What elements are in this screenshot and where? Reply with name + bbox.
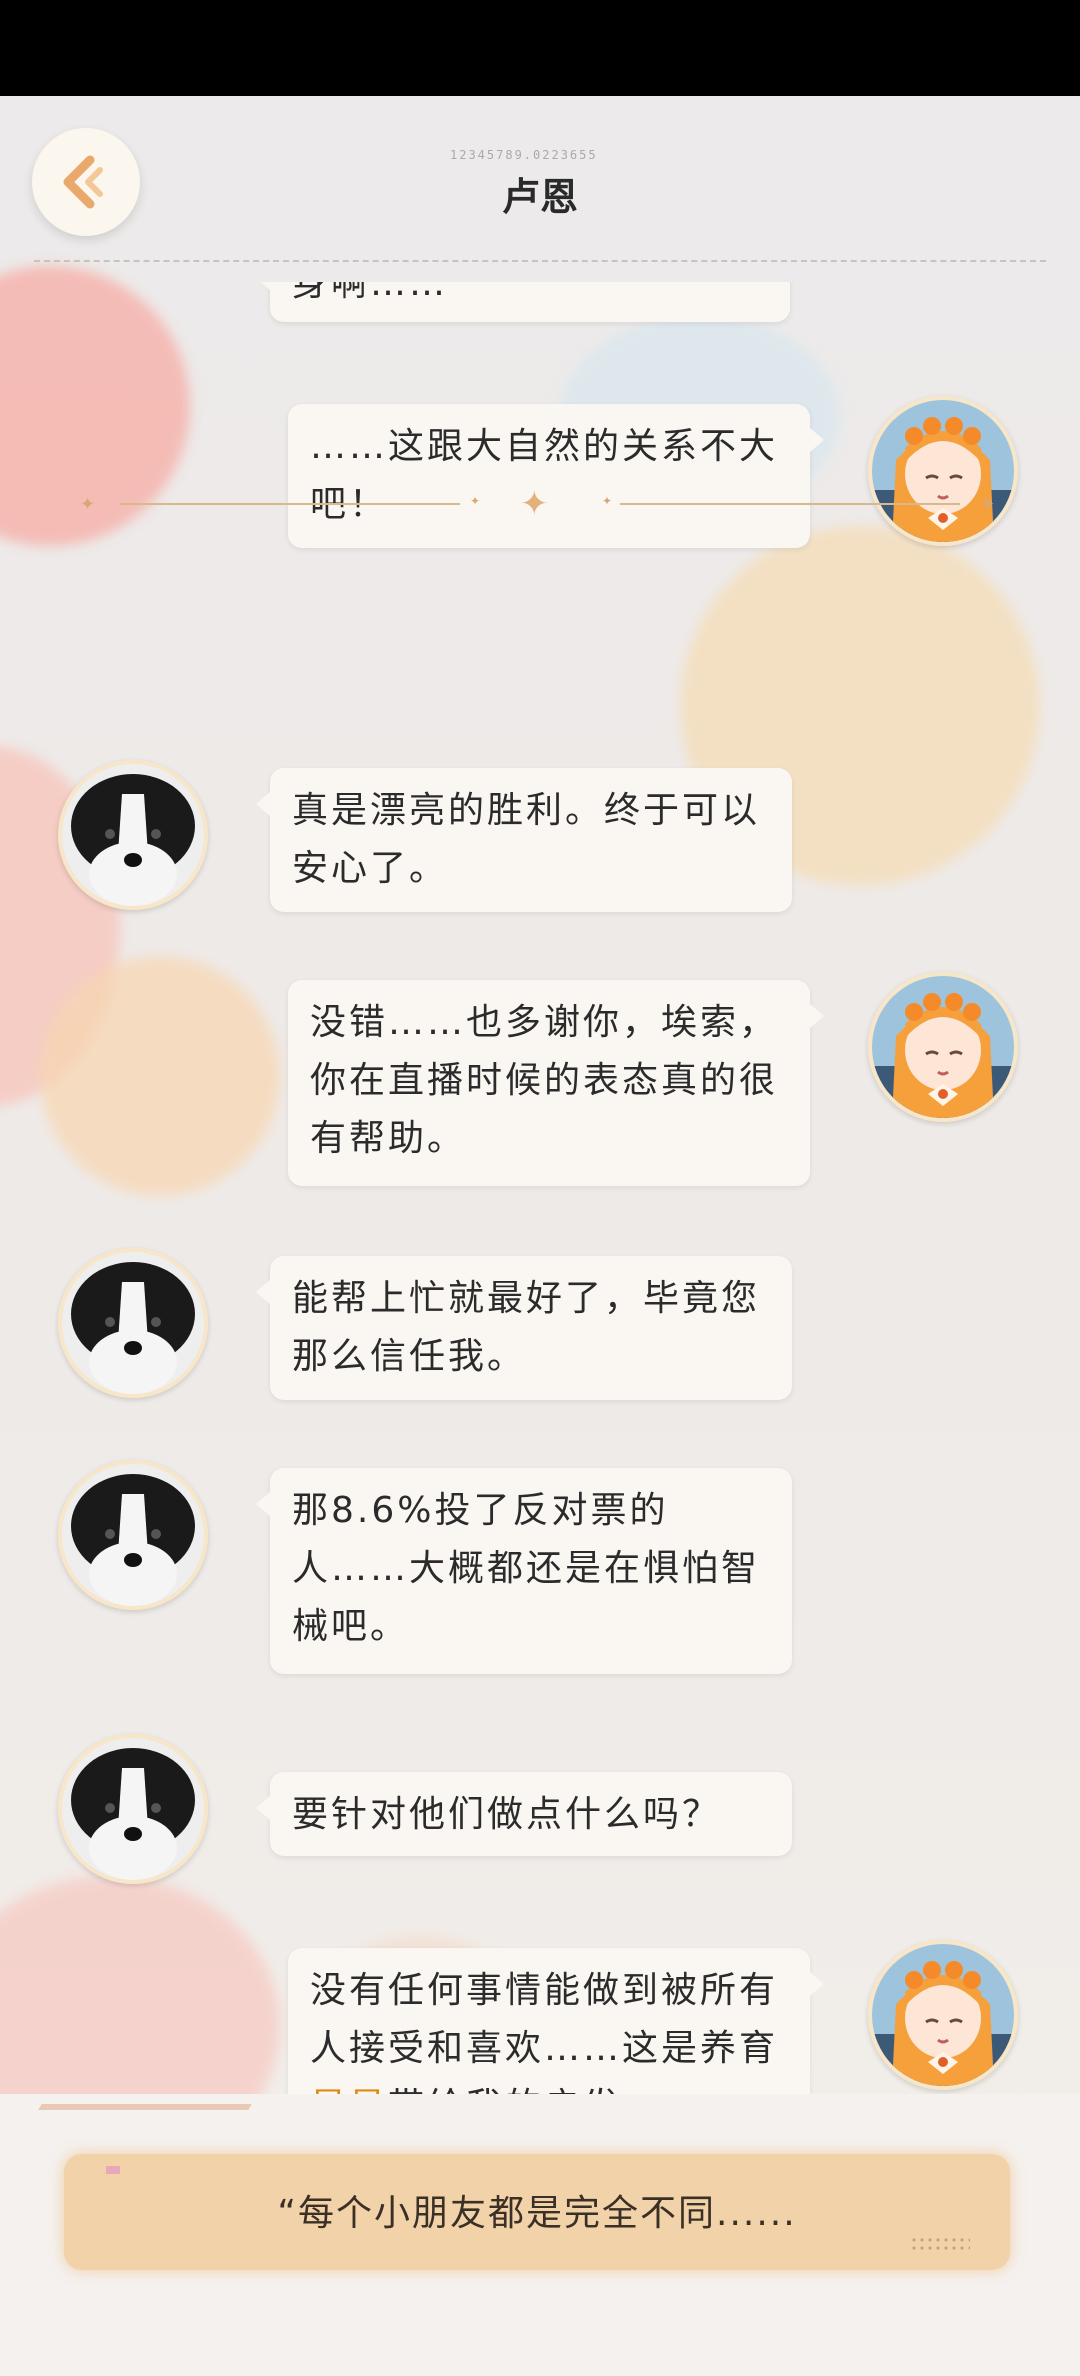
message-bubble: 能帮上忙就最好了，毕竟您那么信任我。	[256, 1256, 792, 1400]
message-bubble: 没错……也多谢你，埃索，你在直播时候的表态真的很有帮助。	[288, 980, 824, 1186]
message-text: 没错……也多谢你，埃索，你在直播时候的表态真的很有帮助。	[310, 1002, 779, 1159]
dog-avatar-icon	[62, 764, 204, 906]
tag-icon	[106, 2166, 120, 2174]
player-avatar[interactable]	[868, 396, 1018, 546]
message-text: 没有任何事情能做到被所有人接受和喜欢……这是养育	[310, 1970, 779, 2069]
dog-avatar[interactable]	[58, 1248, 208, 1398]
message-bubble: 身啊……	[256, 282, 790, 322]
sparkle-icon: ✦	[80, 494, 96, 515]
sparkle-icon: ✦	[980, 494, 996, 515]
dots-icon	[910, 2236, 970, 2254]
player-avatar[interactable]	[868, 1940, 1018, 2090]
section-divider: ✦ ✦ ✦ ✦ ✦	[80, 484, 1000, 524]
message-bubble: 那8.6%投了反对票的人……大概都还是在惧怕智械吧。	[256, 1468, 792, 1674]
header-code: 12345789.0223655	[450, 148, 598, 162]
dog-avatar[interactable]	[58, 1460, 208, 1610]
dog-avatar[interactable]	[58, 1734, 208, 1884]
message-text: 身啊……	[292, 282, 449, 304]
message-bubble: ……这跟大自然的关系不大吧！	[288, 404, 824, 548]
sparkle-icon: ✦	[470, 494, 481, 508]
reply-option-text: “每个小朋友都是完全不同......	[277, 2193, 797, 2234]
reply-panel: “每个小朋友都是完全不同......	[0, 2094, 1080, 2376]
message-text: 真是漂亮的胜利。终于可以安心了。	[292, 790, 761, 889]
top-bar: 12345789.0223655 卢恩	[0, 96, 1080, 266]
message-bubble: 要针对他们做点什么吗？	[256, 1772, 792, 1856]
reply-option-button[interactable]: “每个小朋友都是完全不同......	[64, 2154, 1010, 2270]
star-icon: ✦	[520, 484, 549, 524]
girl-avatar-icon	[872, 400, 1014, 542]
message-text: 那8.6%投了反对票的人……大概都还是在惧怕智械吧。	[292, 1490, 761, 1647]
contact-title: 卢恩	[501, 175, 578, 219]
chat-screen: 12345789.0223655 卢恩 身啊…… ……这跟大自然的关系不大吧！	[0, 96, 1080, 2376]
girl-avatar-icon	[872, 1944, 1014, 2086]
dog-avatar[interactable]	[58, 760, 208, 910]
dog-avatar-icon	[62, 1738, 204, 1880]
message-text: 能帮上忙就最好了，毕竟您那么信任我。	[292, 1278, 761, 1377]
dog-avatar-icon	[62, 1464, 204, 1606]
message-bubble: 真是漂亮的胜利。终于可以安心了。	[256, 768, 792, 912]
chat-list: 身啊…… ……这跟大自然的关系不大吧！ ✦ ✦ ✦ ✦ ✦ 真是漂亮的胜利。终于…	[0, 282, 1080, 2182]
dog-avatar-icon	[62, 1252, 204, 1394]
player-avatar[interactable]	[868, 972, 1018, 1122]
header-divider	[34, 260, 1046, 262]
decorative-stripe	[38, 2104, 252, 2110]
message-text: 要针对他们做点什么吗？	[292, 1794, 722, 1835]
sparkle-icon: ✦	[602, 494, 613, 508]
girl-avatar-icon	[872, 976, 1014, 1118]
